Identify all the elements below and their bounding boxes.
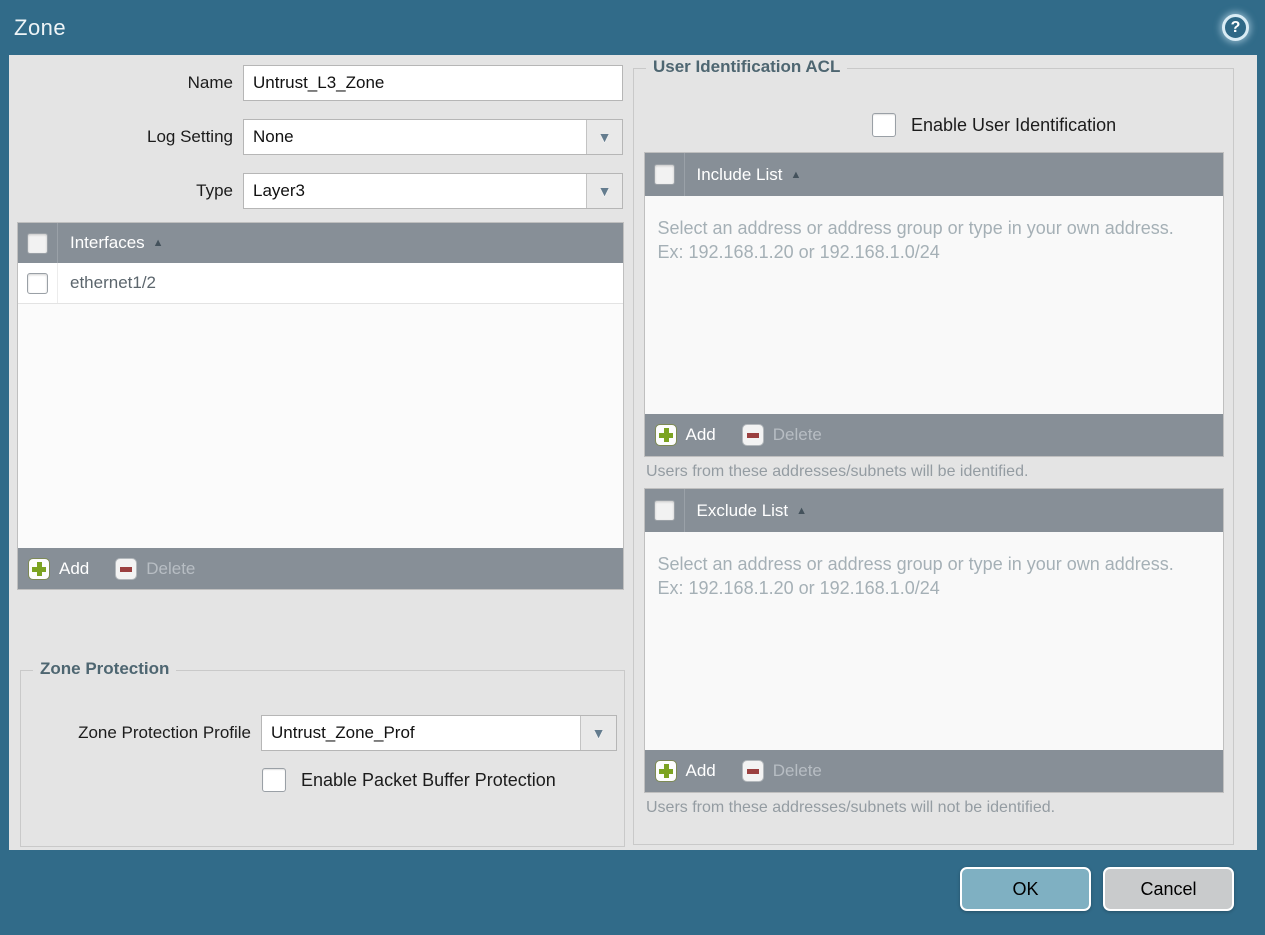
- log-setting-select[interactable]: None ▼: [243, 119, 623, 155]
- exclude-select-all-checkbox[interactable]: [653, 500, 675, 521]
- delete-minus-icon: [741, 424, 764, 446]
- log-setting-label: Log Setting: [146, 127, 233, 146]
- interfaces-add-button[interactable]: Add: [28, 557, 89, 580]
- packet-buffer-row: Enable Packet Buffer Protection: [262, 768, 624, 792]
- enable-packet-buffer-checkbox[interactable]: [262, 768, 286, 792]
- sort-ascending-icon[interactable]: ▲: [791, 169, 802, 181]
- enable-user-identification-row: Enable User Identification: [872, 113, 1233, 137]
- include-list-footer: Add Delete: [644, 414, 1223, 456]
- chevron-down-icon: ▼: [597, 129, 612, 145]
- add-plus-icon: [654, 424, 677, 446]
- type-row: Type Layer3 ▼: [17, 173, 625, 209]
- help-icon[interactable]: ?: [1222, 14, 1249, 41]
- left-column: Name Log Setting None ▼ Type Layer3 ▼: [9, 55, 625, 850]
- include-list-header: Include List ▲: [644, 153, 1223, 196]
- name-row: Name: [17, 65, 625, 101]
- include-list-caption: Users from these addresses/subnets will …: [646, 463, 1029, 480]
- zone-protection-profile-row: Zone Protection Profile Untrust_Zone_Pro…: [21, 715, 624, 751]
- log-setting-row: Log Setting None ▼: [17, 119, 625, 155]
- add-plus-icon: [654, 760, 677, 782]
- exclude-delete-button[interactable]: Delete: [741, 760, 822, 782]
- sort-ascending-icon[interactable]: ▲: [796, 505, 807, 517]
- exclude-list-footer: Add Delete: [644, 750, 1223, 792]
- user-identification-acl-section: User Identification ACL Enable User Iden…: [633, 57, 1234, 845]
- zone-protection-profile-dropdown-button[interactable]: ▼: [580, 716, 616, 750]
- delete-minus-icon: [741, 760, 764, 782]
- cancel-button[interactable]: Cancel: [1103, 867, 1234, 911]
- interfaces-table: Interfaces ▲ ethernet1/2 Add Delete: [17, 222, 624, 590]
- include-delete-button[interactable]: Delete: [741, 424, 822, 446]
- include-list-placeholder: Select an address or address group or ty…: [657, 218, 1174, 263]
- packet-buffer-label: Enable Packet Buffer Protection: [301, 769, 556, 790]
- type-value: Layer3: [253, 181, 305, 200]
- interfaces-table-empty-area: [18, 304, 623, 548]
- ok-button[interactable]: OK: [960, 867, 1091, 911]
- dialog-footer: OK Cancel: [0, 850, 1265, 935]
- name-label: Name: [187, 73, 233, 92]
- zone-dialog: Zone ? Name Log Setting None ▼ Ty: [0, 0, 1265, 935]
- table-row[interactable]: ethernet1/2: [18, 263, 623, 304]
- log-setting-value: None: [253, 127, 294, 146]
- interfaces-table-header: Interfaces ▲: [18, 223, 623, 263]
- log-setting-dropdown-button[interactable]: ▼: [586, 120, 622, 154]
- interfaces-select-all-checkbox[interactable]: [27, 232, 48, 254]
- exclude-list-table: Exclude List ▲ Select an address or addr…: [643, 488, 1224, 793]
- exclude-add-button[interactable]: Add: [654, 760, 716, 782]
- zone-protection-profile-value: Untrust_Zone_Prof: [271, 723, 415, 742]
- enable-user-identification-checkbox[interactable]: [872, 113, 896, 137]
- chevron-down-icon: ▼: [597, 183, 612, 199]
- exclude-list-caption: Users from these addresses/subnets will …: [646, 799, 1056, 816]
- exclude-list-placeholder: Select an address or address group or ty…: [657, 554, 1174, 599]
- interfaces-header-label: Interfaces: [70, 233, 145, 252]
- zone-protection-profile-label: Zone Protection Profile: [78, 723, 251, 742]
- name-input[interactable]: [243, 65, 623, 101]
- interfaces-delete-button[interactable]: Delete: [115, 557, 195, 580]
- type-select[interactable]: Layer3 ▼: [243, 173, 623, 209]
- user-identification-acl-legend: User Identification ACL: [646, 57, 848, 77]
- dialog-body: Name Log Setting None ▼ Type Layer3 ▼: [9, 55, 1257, 850]
- enable-user-identification-label: Enable User Identification: [911, 114, 1117, 135]
- include-list-body[interactable]: Select an address or address group or ty…: [644, 196, 1223, 414]
- zone-protection-section: Zone Protection Zone Protection Profile …: [20, 659, 625, 847]
- sort-ascending-icon[interactable]: ▲: [153, 237, 164, 249]
- zone-protection-legend: Zone Protection: [33, 659, 177, 679]
- exclude-list-header-label: Exclude List: [696, 500, 789, 520]
- help-glyph: ?: [1230, 18, 1241, 36]
- include-select-all-checkbox[interactable]: [653, 164, 675, 185]
- right-column: User Identification ACL Enable User Iden…: [625, 55, 1250, 850]
- interface-row-checkbox[interactable]: [27, 272, 48, 294]
- exclude-list-body[interactable]: Select an address or address group or ty…: [644, 532, 1223, 750]
- zone-protection-profile-select[interactable]: Untrust_Zone_Prof ▼: [261, 715, 617, 751]
- type-label: Type: [196, 181, 233, 200]
- type-dropdown-button[interactable]: ▼: [586, 174, 622, 208]
- include-add-button[interactable]: Add: [654, 424, 716, 446]
- include-list-table: Include List ▲ Select an address or addr…: [643, 152, 1224, 457]
- chevron-down-icon: ▼: [591, 725, 606, 741]
- interface-name: ethernet1/2: [70, 273, 157, 292]
- title-bar: Zone ?: [0, 0, 1265, 55]
- delete-minus-icon: [115, 557, 138, 580]
- exclude-list-header: Exclude List ▲: [644, 489, 1223, 532]
- add-plus-icon: [28, 557, 50, 580]
- dialog-title: Zone: [14, 14, 67, 40]
- include-list-header-label: Include List: [696, 164, 783, 184]
- interfaces-table-footer: Add Delete: [18, 548, 623, 589]
